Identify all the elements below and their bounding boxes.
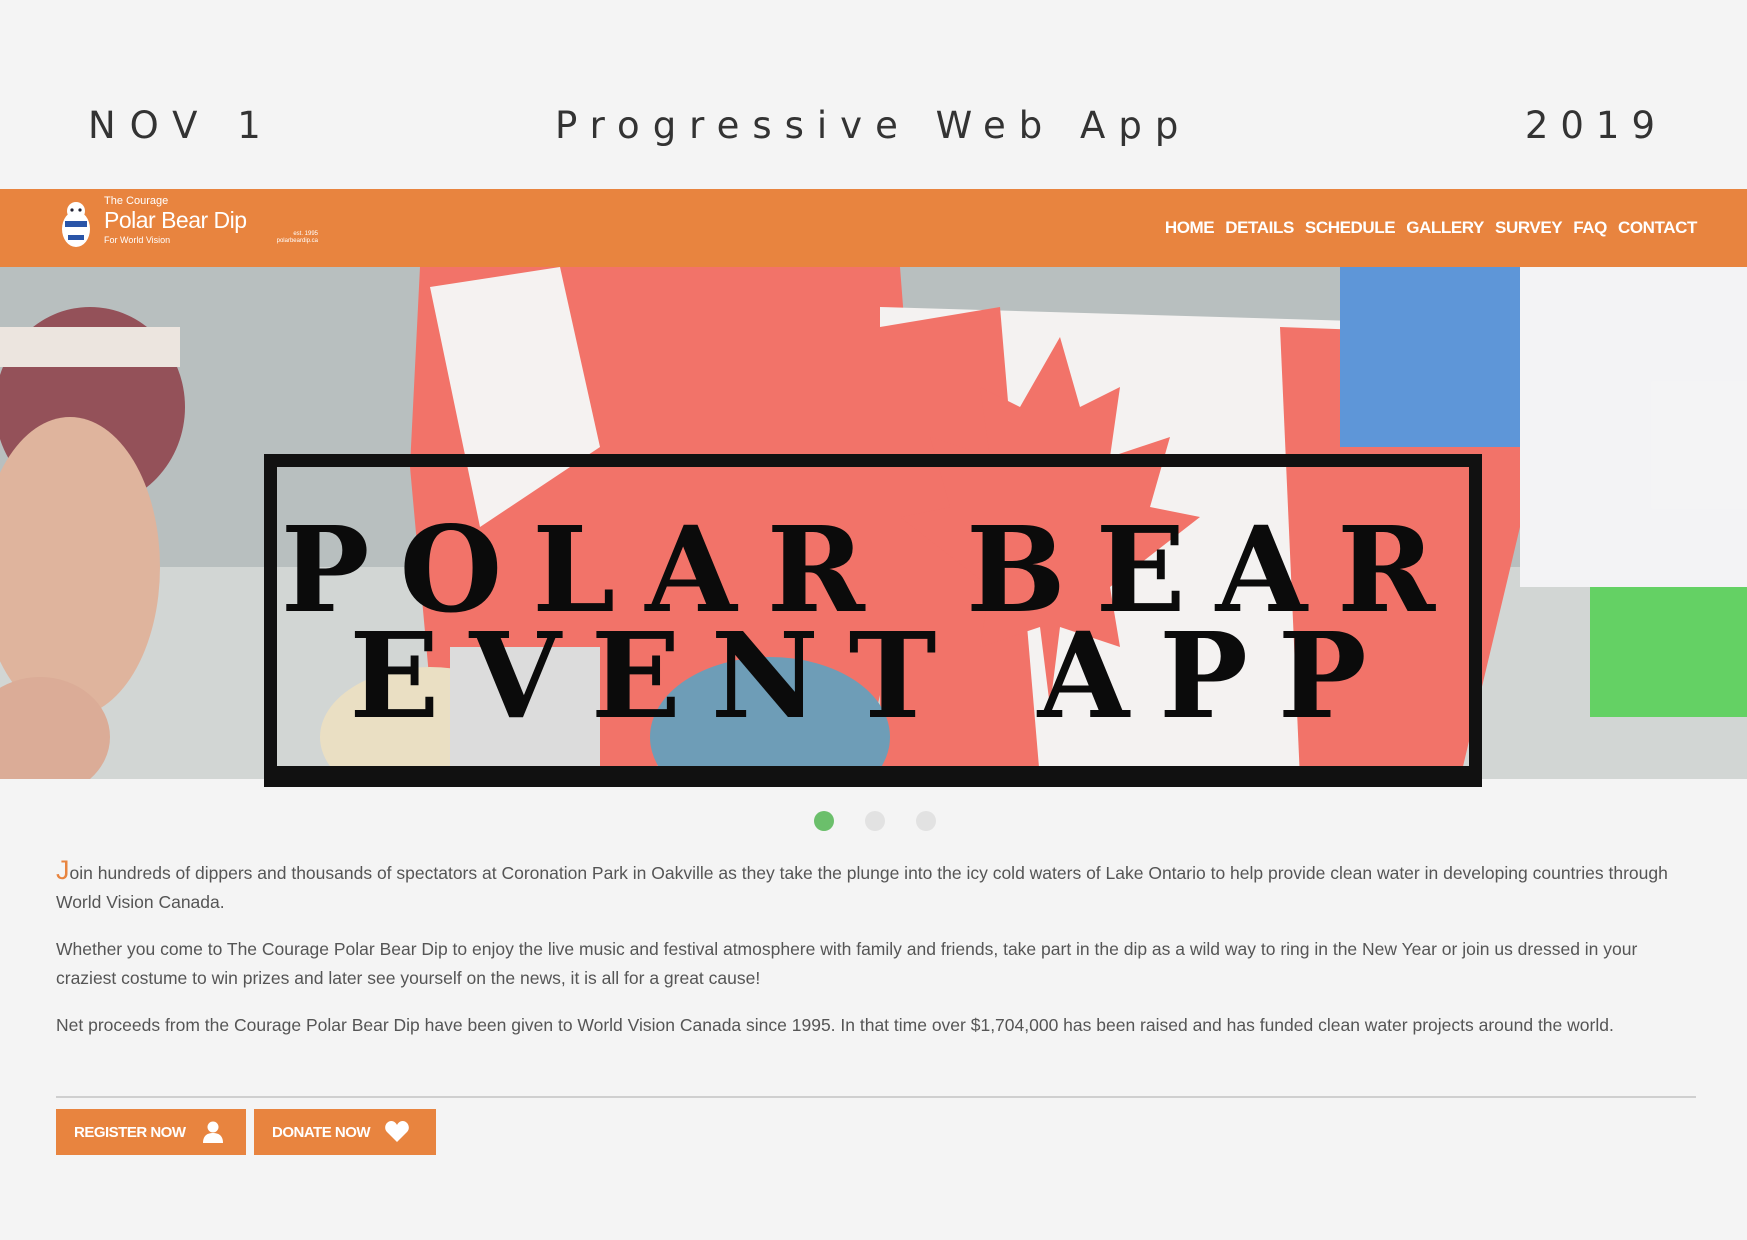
register-now-label: REGISTER NOW (74, 1123, 186, 1141)
intro-paragraph-1: Join hundreds of dippers and thousands o… (56, 856, 1696, 917)
nav-home[interactable]: HOME (1165, 218, 1215, 238)
navbar: The Courage Polar Bear Dip For World Vis… (0, 189, 1747, 267)
logo-sub-text: For World Vision (104, 235, 171, 245)
donate-now-button[interactable]: DONATE NOW (254, 1109, 436, 1155)
site-logo[interactable]: The Courage Polar Bear Dip For World Vis… (54, 193, 334, 259)
carousel-indicators (814, 811, 936, 831)
hero-banner: POLAR BEAR EVENT APP (0, 267, 1747, 779)
logo-main-text: Polar Bear Dip (104, 207, 247, 233)
hero-title-frame: POLAR BEAR EVENT APP (264, 454, 1482, 779)
heart-icon (385, 1121, 409, 1142)
intro-content: Join hundreds of dippers and thousands o… (56, 856, 1696, 1058)
carousel-dot-1[interactable] (814, 811, 834, 831)
nav-schedule[interactable]: SCHEDULE (1305, 218, 1396, 238)
user-icon (202, 1121, 223, 1143)
polar-bear-logo-icon (62, 202, 90, 247)
poster-header: NOV 1 Progressive Web App 2019 (0, 0, 1747, 189)
poster-year: 2019 (1524, 104, 1667, 147)
hero-title-frame-bottom (264, 767, 1482, 787)
nav-details[interactable]: DETAILS (1225, 218, 1294, 238)
nav-faq[interactable]: FAQ (1573, 218, 1607, 238)
donate-now-label: DONATE NOW (272, 1123, 371, 1141)
poster-title: Progressive Web App (555, 104, 1192, 147)
nav-gallery[interactable]: GALLERY (1406, 218, 1484, 238)
logo-small-text: The Courage (104, 195, 169, 207)
intro-paragraph-2: Whether you come to The Courage Polar Be… (56, 939, 1638, 988)
nav-survey[interactable]: SURVEY (1495, 218, 1563, 238)
poster-date: NOV 1 (88, 104, 275, 147)
hero-title-line2: EVENT APP (349, 606, 1397, 745)
logo-est-text: est. 1995 polarbeardip.ca (276, 231, 318, 244)
nav-contact[interactable]: CONTACT (1618, 218, 1697, 238)
content-divider (56, 1096, 1696, 1098)
main-nav: HOME DETAILS SCHEDULE GALLERY SURVEY FAQ… (1165, 189, 1698, 267)
intro-paragraph-1-text: oin hundreds of dippers and thousands of… (56, 863, 1668, 912)
carousel-dot-3[interactable] (916, 811, 936, 831)
intro-paragraph-3: Net proceeds from the Courage Polar Bear… (56, 1015, 1614, 1035)
dropcap: J (56, 855, 70, 885)
carousel-dot-2[interactable] (865, 811, 885, 831)
register-now-button[interactable]: REGISTER NOW (56, 1109, 246, 1155)
